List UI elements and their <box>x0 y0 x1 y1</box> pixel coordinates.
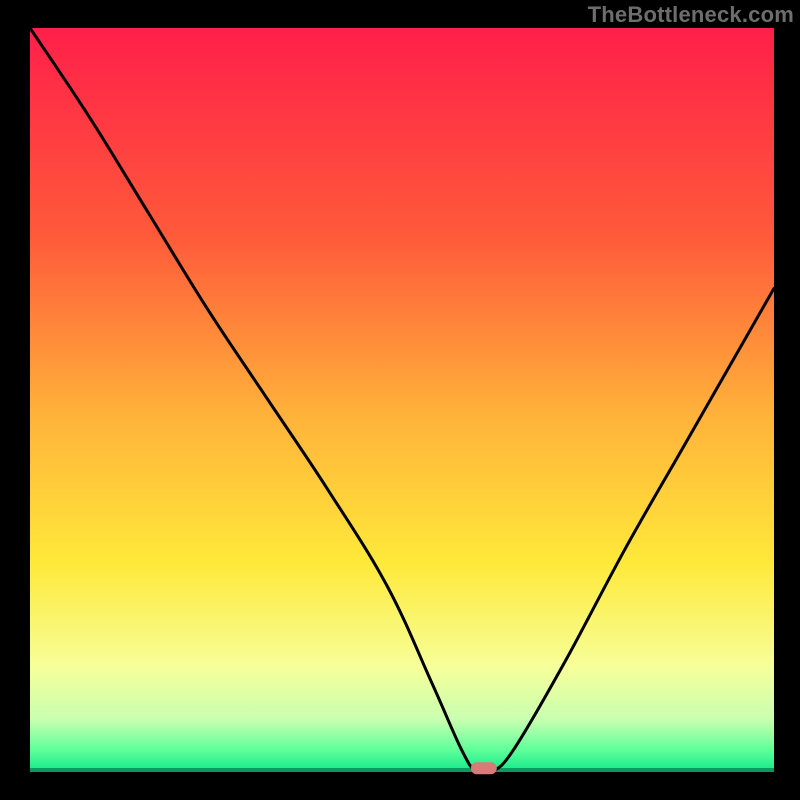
plot-bottom-edge <box>30 768 774 772</box>
optimum-marker <box>471 762 497 774</box>
chart-container: TheBottleneck.com <box>0 0 800 800</box>
bottleneck-chart <box>0 0 800 800</box>
watermark-text: TheBottleneck.com <box>588 2 794 28</box>
plot-background <box>30 28 774 772</box>
